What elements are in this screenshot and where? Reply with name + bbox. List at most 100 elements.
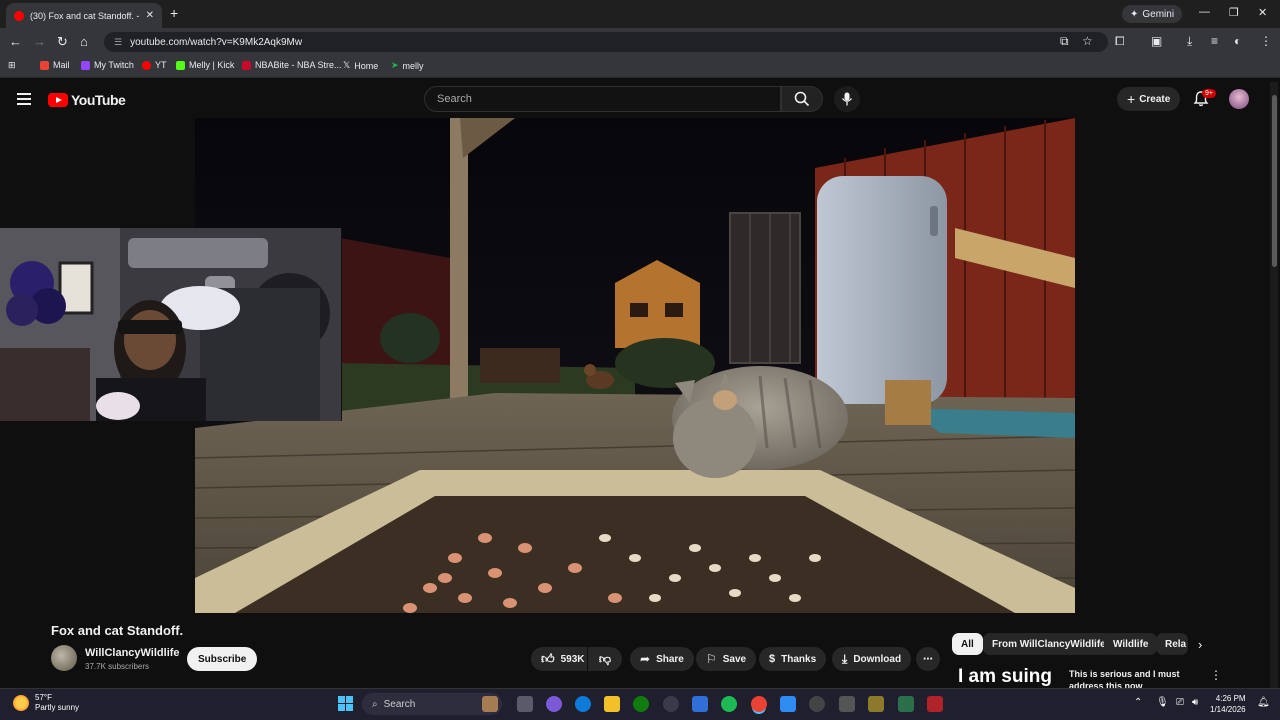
browser-tab-active[interactable]: (30) Fox and cat Standoff. - You ✕ bbox=[6, 3, 162, 28]
browser-tab-title: (30) Fox and cat Standoff. - You bbox=[30, 10, 140, 21]
xbox-icon[interactable] bbox=[633, 696, 649, 712]
gemini-label: Gemini bbox=[1142, 8, 1175, 20]
bookmark-melly[interactable]: ➤ melly bbox=[391, 60, 424, 71]
taskbar-clock[interactable]: 4:26 PM 1/14/2026 bbox=[1210, 693, 1246, 715]
bookmark-my-twitch[interactable]: My Twitch bbox=[81, 60, 134, 70]
next-video-thumbnail-text[interactable]: I am suing bbox=[958, 666, 1052, 688]
new-tab-button[interactable]: + bbox=[170, 5, 178, 21]
close-window-icon[interactable]: ✕ bbox=[1258, 6, 1267, 19]
bookmark-mail[interactable]: Mail bbox=[40, 60, 70, 70]
voice-search-button[interactable] bbox=[834, 86, 860, 112]
install-app-icon[interactable]: ⧉ bbox=[1060, 34, 1069, 49]
channel-name[interactable]: WillClancyWildlife bbox=[85, 647, 180, 659]
photos-icon[interactable] bbox=[780, 696, 796, 712]
chip-all[interactable]: All bbox=[952, 633, 983, 655]
browser-menu-icon[interactable]: ⋮ bbox=[1260, 34, 1272, 48]
youtube-logo[interactable]: YouTube bbox=[48, 92, 126, 108]
store-icon[interactable] bbox=[692, 696, 708, 712]
recorder-app-icon[interactable] bbox=[927, 696, 943, 712]
tool-app-icon[interactable] bbox=[898, 696, 914, 712]
game-app-icon[interactable] bbox=[868, 696, 884, 712]
bookmark-melly-kick[interactable]: Melly | Kick bbox=[176, 60, 234, 70]
bookmark-nbabite[interactable]: NBABite - NBA Stre... bbox=[242, 60, 342, 70]
gemini-button[interactable]: ✦ Gemini bbox=[1122, 5, 1183, 23]
file-explorer-icon[interactable] bbox=[604, 696, 620, 712]
channel-avatar[interactable] bbox=[51, 645, 77, 671]
create-button[interactable]: + Create bbox=[1117, 87, 1181, 111]
forward-arrow-icon[interactable]: → bbox=[33, 34, 46, 49]
partly-sunny-icon bbox=[13, 695, 29, 711]
streamer-webcam-overlay bbox=[0, 228, 342, 421]
gemini-sparkle-icon: ✦ bbox=[1130, 8, 1139, 20]
restore-window-icon[interactable]: ❐ bbox=[1229, 6, 1239, 19]
site-info-icon[interactable]: ☰ bbox=[114, 37, 122, 48]
taskbar-search[interactable]: ⌕ Search bbox=[362, 693, 502, 715]
chips-next-chevron-icon[interactable]: › bbox=[1198, 637, 1202, 652]
search-input[interactable]: Search bbox=[424, 86, 781, 112]
download-icon[interactable]: ⤓ bbox=[1187, 34, 1192, 49]
search-placeholder: Search bbox=[437, 93, 472, 105]
notification-center-icon[interactable]: 🔔︎ bbox=[1257, 697, 1270, 708]
bookmark-label: melly bbox=[402, 60, 424, 71]
bookmark-label: My Twitch bbox=[94, 60, 134, 70]
close-tab-icon[interactable]: ✕ bbox=[146, 10, 154, 21]
save-button[interactable]: ⚐ Save bbox=[696, 647, 757, 671]
extensions-icon[interactable]: ⧠ bbox=[1115, 34, 1125, 49]
like-button[interactable]: 👍︎ 593K bbox=[531, 647, 587, 671]
home-icon[interactable]: ⌂ bbox=[80, 34, 88, 49]
search-button[interactable] bbox=[781, 86, 823, 112]
clock-date: 1/14/2026 bbox=[1210, 705, 1246, 714]
bookmark-icon: ⚐ bbox=[706, 652, 717, 666]
minimize-window-icon[interactable]: — bbox=[1199, 6, 1210, 18]
edge-icon[interactable] bbox=[575, 696, 591, 712]
copilot-icon[interactable] bbox=[546, 696, 562, 712]
media-control-icon[interactable]: ≡ bbox=[1211, 34, 1218, 48]
bookmark-label: Home bbox=[354, 60, 379, 71]
address-bar[interactable]: ☰ youtube.com/watch?v=K9Mk2Aqk9Mw bbox=[104, 32, 1108, 52]
reload-icon[interactable]: ↻ bbox=[57, 34, 68, 50]
thumbs-up-icon: 👍︎ bbox=[541, 651, 555, 666]
subscribe-button[interactable]: Subscribe bbox=[187, 647, 258, 671]
chip-wildlife[interactable]: Wildlife bbox=[1104, 633, 1158, 655]
browser-tab-strip bbox=[0, 0, 1280, 28]
thanks-button[interactable]: $ Thanks bbox=[759, 647, 827, 671]
network-tray-icon[interactable]: ⎚ bbox=[1176, 697, 1184, 708]
microphone-tray-icon[interactable]: 🎙︎ bbox=[1156, 697, 1169, 708]
spotify-icon[interactable] bbox=[721, 696, 737, 712]
download-button[interactable]: ⤓ Download bbox=[832, 647, 912, 671]
apps-grid-icon[interactable]: ⊞ bbox=[8, 60, 16, 71]
scrollbar-thumb[interactable] bbox=[1272, 95, 1277, 267]
twitch-icon bbox=[81, 60, 90, 70]
windows-start-icon[interactable] bbox=[338, 696, 353, 711]
bookmark-yt[interactable]: YT bbox=[142, 60, 167, 70]
taskbar-search-label: Search bbox=[383, 698, 416, 710]
profile-icon[interactable]: ◐ bbox=[1234, 34, 1241, 48]
video-options-icon[interactable]: ⋮ bbox=[1210, 668, 1222, 682]
share-arrow-icon: ➦ bbox=[640, 652, 651, 666]
more-actions-button[interactable]: ⋯ bbox=[916, 647, 940, 671]
share-button[interactable]: ➦ Share bbox=[630, 647, 694, 671]
media-player-icon[interactable] bbox=[809, 696, 825, 712]
bookmark-home[interactable]: 𝕏 Home bbox=[343, 60, 378, 71]
dislike-button[interactable]: 👎︎ bbox=[588, 647, 622, 671]
hamburger-menu-icon[interactable] bbox=[17, 93, 31, 105]
weather-temperature: 57°F bbox=[35, 693, 52, 702]
account-avatar[interactable] bbox=[1229, 89, 1249, 109]
taskbar-app-icon[interactable] bbox=[482, 696, 498, 712]
steam-icon[interactable] bbox=[663, 696, 679, 712]
task-view-icon[interactable] bbox=[517, 696, 533, 712]
chip-from-channel[interactable]: From WillClancyWildlife bbox=[983, 633, 1115, 655]
plus-icon: + bbox=[1127, 91, 1136, 107]
back-arrow-icon[interactable]: ← bbox=[9, 34, 22, 49]
bookmark-star-icon[interactable]: ☆ bbox=[1082, 34, 1093, 48]
chip-related[interactable]: Rela bbox=[1156, 633, 1188, 655]
arrow-app-icon[interactable] bbox=[839, 696, 855, 712]
nba-icon bbox=[242, 60, 251, 70]
taskbar-search-icon: ⌕ bbox=[372, 698, 378, 710]
show-hidden-icons-chevron[interactable]: ⌃ bbox=[1134, 697, 1142, 708]
volume-tray-icon[interactable]: 🔊︎ bbox=[1192, 697, 1198, 708]
weather-widget[interactable]: 57°F Partly sunny bbox=[13, 693, 79, 713]
chrome-icon[interactable] bbox=[751, 696, 767, 712]
thanks-label: Thanks bbox=[781, 653, 817, 665]
tab-search-icon[interactable]: ▣ bbox=[1151, 34, 1162, 48]
